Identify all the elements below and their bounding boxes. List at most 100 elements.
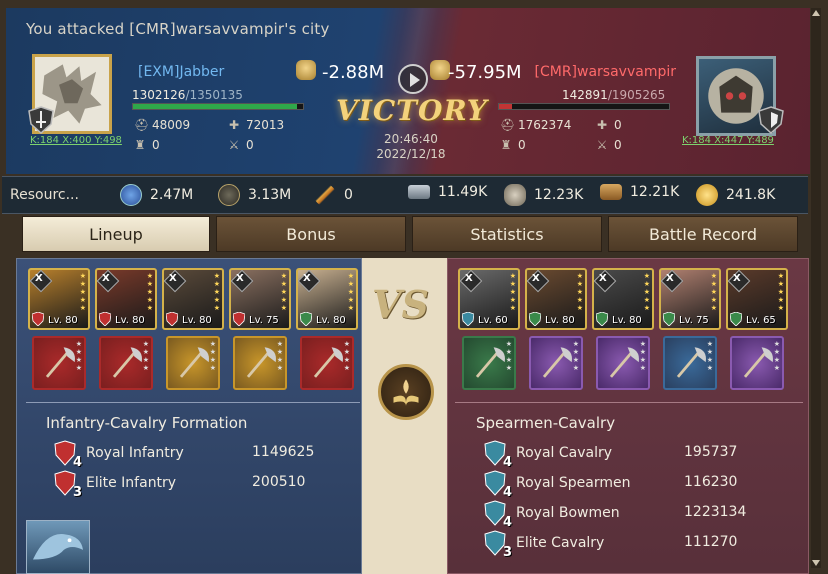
defender-hero-slot[interactable]: X ★ ★ ★ ★ ★ Lv. 65	[726, 268, 788, 330]
troop-name: Royal Infantry	[86, 445, 184, 461]
attacker-stat3: ♜ 0	[134, 138, 160, 152]
troop-tier-badge: 4	[484, 500, 512, 530]
defender-troop-row: 4 Royal Cavalry	[484, 440, 613, 470]
tab-battle-record[interactable]: Battle Record	[608, 216, 798, 252]
troop-name: Elite Infantry	[86, 475, 177, 491]
defender-hp-max: /1905265	[607, 88, 666, 102]
attacker-gear-slot[interactable]: ★ ★ ★ ★	[166, 336, 220, 390]
defender-troop-row: 4 Royal Bowmen	[484, 500, 620, 530]
battle-result: VICTORY	[336, 94, 488, 127]
resource-exp-value: 2.47M	[150, 187, 194, 203]
attacker-hp-fill	[133, 104, 297, 109]
hero-stars: ★ ★ ★ ★ ★	[576, 272, 583, 312]
attacker-name[interactable]: [EXM]Jabber	[138, 64, 224, 80]
attacker-hero-slot[interactable]: X ★ ★ ★ ★ ★ Lv. 80	[95, 268, 157, 330]
report-tabs: Lineup Bonus Statistics Battle Record	[22, 216, 802, 252]
attacker-stat4: ⚔ 0	[228, 138, 254, 152]
tab-bonus[interactable]: Bonus	[216, 216, 406, 252]
gold-icon	[696, 184, 718, 206]
defender-gear-slot[interactable]: ★ ★ ★ ★	[663, 336, 717, 390]
attacker-troops-stat: ⛑ 48009	[134, 118, 190, 132]
attacker-hero-slot[interactable]: X ★ ★ ★ ★ ★ Lv. 80	[296, 268, 358, 330]
defender-hp-text: 142891/1905265	[562, 88, 665, 102]
gear-stars: ★ ★ ★ ★	[639, 340, 646, 372]
troop-tier: 3	[502, 545, 512, 560]
attacker-coords[interactable]: K:184 X:400 Y:498	[30, 135, 122, 146]
defender-coords[interactable]: K:184 X:447 Y:489	[682, 135, 774, 146]
attacker-hero-slot[interactable]: X ★ ★ ★ ★ ★ Lv. 80	[162, 268, 224, 330]
defender-divider	[455, 402, 803, 403]
helmet-icon: ⛑	[500, 118, 516, 132]
hero-rank-icon: X	[733, 273, 741, 284]
defender-stat4: ⚔ 0	[596, 138, 622, 152]
battle-report-window: You attacked [CMR]warsavvampir's city K:…	[0, 0, 828, 574]
defender-gear-slot[interactable]: ★ ★ ★ ★	[730, 336, 784, 390]
resources-bar: Resourc... 2.47M 3.13M 0 11.49K 12.23K 1…	[2, 176, 808, 214]
resource-wood-value: 12.21K	[630, 184, 680, 200]
sword-shield-icon	[28, 106, 54, 134]
attacker-gear-slot[interactable]: ★ ★ ★ ★	[99, 336, 153, 390]
hero-level: Lv. 80	[545, 315, 575, 326]
helmet-icon: ⛑	[134, 118, 150, 132]
defender-troop-count: 111270	[684, 534, 738, 550]
dragon-icon	[32, 534, 84, 560]
hero-stars: ★ ★ ★ ★ ★	[509, 272, 516, 312]
defender-hero-slot[interactable]: X ★ ★ ★ ★ ★ Lv. 80	[592, 268, 654, 330]
troop-name: Royal Spearmen	[516, 475, 631, 491]
troop-tier: 4	[502, 485, 512, 500]
troop-tier: 4	[72, 455, 82, 470]
troop-name: Royal Cavalry	[516, 445, 613, 461]
attacker-troop-count: 1149625	[252, 444, 315, 460]
hero-stars: ★ ★ ★ ★ ★	[280, 272, 287, 312]
attacker-gear-slot[interactable]: ★ ★ ★ ★	[32, 336, 86, 390]
versus-label: VS	[372, 282, 429, 327]
dragon-pet-thumbnail[interactable]	[26, 520, 90, 574]
defender-wounded-stat: ✚ 0	[596, 118, 622, 132]
scroll-up-icon[interactable]	[812, 10, 820, 16]
hero-stars: ★ ★ ★ ★ ★	[146, 272, 153, 312]
defense-shield-icon	[758, 106, 784, 134]
attacker-troop-count: 200510	[252, 474, 306, 490]
hero-level: Lv. 80	[316, 315, 346, 326]
defender-hero-slot[interactable]: X ★ ★ ★ ★ ★ Lv. 75	[659, 268, 721, 330]
attacker-gear-slot[interactable]: ★ ★ ★ ★	[300, 336, 354, 390]
gear-stars: ★ ★ ★ ★	[142, 340, 149, 372]
defender-hero-slot[interactable]: X ★ ★ ★ ★ ★ Lv. 80	[525, 268, 587, 330]
troop-tier: 4	[502, 515, 512, 530]
defender-troops-stat: ⛑ 1762374	[500, 118, 571, 132]
attacker-divider	[26, 402, 360, 403]
skill-book-button[interactable]	[378, 364, 434, 420]
defender-gear-slot[interactable]: ★ ★ ★ ★	[596, 336, 650, 390]
gear-stars: ★ ★ ★ ★	[343, 340, 350, 372]
hero-rank-icon: X	[303, 273, 311, 284]
defender-hp-fill	[499, 104, 512, 109]
scrollbar[interactable]	[811, 8, 821, 568]
resource-wood: 12.21K	[600, 184, 679, 200]
tab-statistics[interactable]: Statistics	[412, 216, 602, 252]
replay-button[interactable]	[398, 64, 428, 94]
attacker-gear-slot[interactable]: ★ ★ ★ ★	[233, 336, 287, 390]
attacker-hero-slot[interactable]: X ★ ★ ★ ★ ★ Lv. 75	[229, 268, 291, 330]
defender-troop-count: 195737	[684, 444, 738, 460]
attacker-stat3-value: 0	[152, 138, 160, 152]
attacker-troop-row: 4 Royal Infantry	[54, 440, 184, 470]
hero-level: Lv. 80	[115, 315, 145, 326]
tab-lineup[interactable]: Lineup	[22, 216, 210, 252]
defender-hero-slot[interactable]: X ★ ★ ★ ★ ★ Lv. 60	[458, 268, 520, 330]
hero-rank-icon: X	[532, 273, 540, 284]
medic-cross-icon: ✚	[228, 118, 240, 132]
battle-summary-header: You attacked [CMR]warsavvampir's city K:…	[6, 8, 810, 174]
defender-wounded: 0	[614, 118, 622, 132]
defender-name[interactable]: [CMR]warsavvampir	[504, 64, 676, 80]
troop-tier: 3	[72, 485, 82, 500]
defender-formation-title: Spearmen-Cavalry	[476, 414, 616, 432]
attacker-hero-slot[interactable]: X ★ ★ ★ ★ ★ Lv. 80	[28, 268, 90, 330]
defender-troop-row: 4 Royal Spearmen	[484, 470, 631, 500]
tower-icon: ♜	[134, 138, 146, 152]
defender-gear-slot[interactable]: ★ ★ ★ ★	[529, 336, 583, 390]
defender-gear-slot[interactable]: ★ ★ ★ ★	[462, 336, 516, 390]
scroll-down-icon[interactable]	[812, 560, 820, 566]
resource-laurel: 3.13M	[218, 184, 291, 206]
hero-level: Lv. 80	[182, 315, 212, 326]
defender-troop-count: 1223134	[684, 504, 747, 520]
